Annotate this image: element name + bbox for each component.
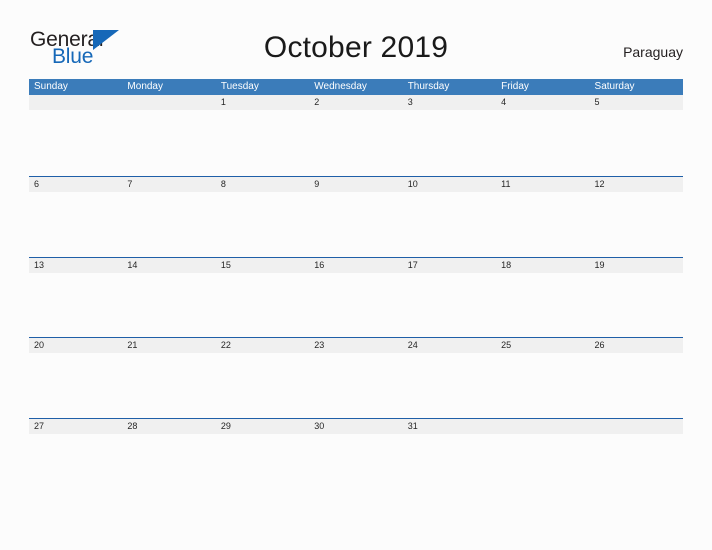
day-cell[interactable]: 27 bbox=[29, 419, 122, 434]
day-cell[interactable]: 24 bbox=[403, 338, 496, 353]
day-cell[interactable]: 13 bbox=[29, 258, 122, 273]
day-cell[interactable]: 8 bbox=[216, 177, 309, 192]
day-cell[interactable]: 12 bbox=[590, 177, 683, 192]
day-cell[interactable]: 22 bbox=[216, 338, 309, 353]
day-cell[interactable]: 28 bbox=[122, 419, 215, 434]
week-date-band: 27 28 29 30 31 bbox=[29, 418, 683, 434]
week-note-area[interactable] bbox=[29, 110, 683, 175]
day-cell[interactable]: 23 bbox=[309, 338, 402, 353]
page-header: General Blue October 2019 Paraguay bbox=[0, 0, 712, 78]
day-cell[interactable] bbox=[496, 419, 589, 434]
day-cell[interactable]: 25 bbox=[496, 338, 589, 353]
week-date-band: 6 7 8 9 10 11 12 bbox=[29, 177, 683, 192]
day-cell[interactable]: 2 bbox=[309, 95, 402, 110]
calendar-page: General Blue October 2019 Paraguay Sunda… bbox=[0, 0, 712, 550]
day-cell[interactable]: 30 bbox=[309, 419, 402, 434]
day-cell[interactable] bbox=[29, 95, 122, 110]
week-note-area[interactable] bbox=[29, 434, 683, 499]
region-label: Paraguay bbox=[623, 44, 683, 60]
week-row: 6 7 8 9 10 11 12 bbox=[29, 176, 683, 257]
day-cell[interactable]: 9 bbox=[309, 177, 402, 192]
day-cell[interactable]: 31 bbox=[403, 419, 496, 434]
week-row: 20 21 22 23 24 25 26 bbox=[29, 337, 683, 418]
day-cell[interactable]: 5 bbox=[590, 95, 683, 110]
day-cell[interactable]: 7 bbox=[122, 177, 215, 192]
calendar-grid: Sunday Monday Tuesday Wednesday Thursday… bbox=[29, 79, 683, 498]
day-cell[interactable]: 4 bbox=[496, 95, 589, 110]
day-cell[interactable]: 19 bbox=[590, 258, 683, 273]
day-cell[interactable]: 16 bbox=[309, 258, 402, 273]
week-date-band: 1 2 3 4 5 bbox=[29, 95, 683, 110]
day-cell[interactable]: 15 bbox=[216, 258, 309, 273]
day-cell[interactable]: 20 bbox=[29, 338, 122, 353]
day-header-sunday: Sunday bbox=[34, 81, 68, 92]
day-cell[interactable]: 17 bbox=[403, 258, 496, 273]
page-title: October 2019 bbox=[263, 31, 449, 64]
day-cell[interactable]: 26 bbox=[590, 338, 683, 353]
day-cell[interactable]: 10 bbox=[403, 177, 496, 192]
day-header-friday: Friday bbox=[501, 81, 529, 92]
day-header-monday: Monday bbox=[127, 81, 163, 92]
week-row: 1 2 3 4 5 bbox=[29, 95, 683, 176]
week-note-area[interactable] bbox=[29, 353, 683, 418]
day-of-week-header-row: Sunday Monday Tuesday Wednesday Thursday… bbox=[29, 79, 683, 95]
day-cell[interactable]: 6 bbox=[29, 177, 122, 192]
day-cell[interactable]: 11 bbox=[496, 177, 589, 192]
week-note-area[interactable] bbox=[29, 273, 683, 338]
day-cell[interactable] bbox=[590, 419, 683, 434]
day-cell[interactable]: 1 bbox=[216, 95, 309, 110]
day-header-thursday: Thursday bbox=[407, 81, 450, 92]
day-header-saturday: Saturday bbox=[594, 81, 635, 92]
day-cell[interactable]: 29 bbox=[216, 419, 309, 434]
week-row: 27 28 29 30 31 bbox=[29, 417, 683, 499]
week-note-area[interactable] bbox=[29, 192, 683, 257]
day-cell[interactable]: 3 bbox=[403, 95, 496, 110]
day-header-tuesday: Tuesday bbox=[220, 81, 259, 92]
day-header-wednesday: Wednesday bbox=[314, 81, 367, 92]
day-cell[interactable]: 21 bbox=[122, 338, 215, 353]
day-cell[interactable]: 18 bbox=[496, 258, 589, 273]
week-row: 13 14 15 16 17 18 19 bbox=[29, 256, 683, 338]
day-cell[interactable] bbox=[122, 95, 215, 110]
week-date-band: 13 14 15 16 17 18 19 bbox=[29, 257, 683, 273]
day-cell[interactable]: 14 bbox=[122, 258, 215, 273]
week-date-band: 20 21 22 23 24 25 26 bbox=[29, 338, 683, 353]
